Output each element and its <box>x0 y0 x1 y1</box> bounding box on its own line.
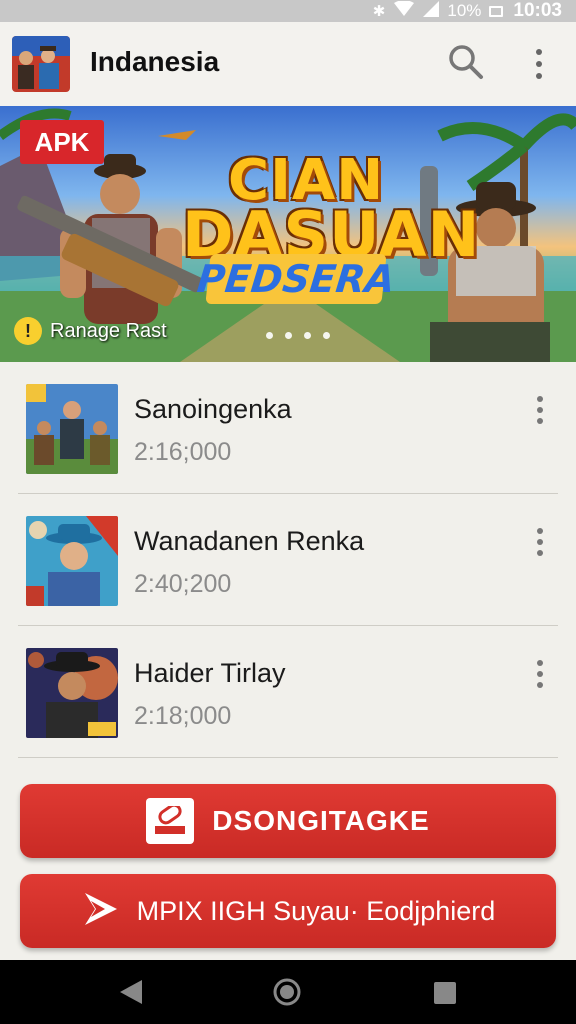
wifi-icon <box>393 0 415 22</box>
search-icon[interactable] <box>446 42 486 82</box>
system-nav-bar <box>0 960 576 1024</box>
battery-percent: 10% <box>447 1 482 20</box>
apk-file-icon <box>146 798 195 844</box>
clock: 10:03 <box>513 0 562 21</box>
secondary-action-button[interactable]: MPIX IIGH Suyau· Eodjphierd <box>20 874 556 948</box>
more-vert-icon[interactable] <box>528 394 552 426</box>
download-button-label: DSONGITAGKE <box>212 805 430 836</box>
banner-caption-text: Ranage Rast <box>50 319 167 342</box>
battery-icon <box>489 5 504 17</box>
recents-icon[interactable] <box>434 982 456 1004</box>
banner-title-line3-text: PEDSERA <box>195 257 397 301</box>
item-subtitle: 2:40;200 <box>134 570 232 598</box>
list-item[interactable]: Haider Tirlay 2:18;000 <box>18 626 558 758</box>
app-list: Sanoingenka 2:16;000 Wanadanen Renka 2:4… <box>0 362 576 758</box>
item-thumbnail <box>26 384 118 474</box>
carousel-dot <box>304 332 311 339</box>
list-item[interactable]: Sanoingenka 2:16;000 <box>18 362 558 494</box>
item-subtitle: 2:16;000 <box>134 438 232 466</box>
download-button[interactable]: DSONGITAGKE <box>20 784 556 858</box>
signal-icon <box>423 0 440 22</box>
item-title: Wanadanen Renka <box>134 526 365 556</box>
more-vert-icon[interactable] <box>524 44 554 84</box>
featured-banner[interactable]: APK CIAN DASUAN PEDSERA ! Ranage Rast <box>0 106 576 362</box>
play-arrow-icon <box>81 889 121 934</box>
banner-title-line3: PEDSERA <box>195 254 397 304</box>
carousel-dot <box>285 332 292 339</box>
app-title: Indanesia <box>90 46 220 77</box>
carousel-indicator <box>266 332 330 339</box>
apk-badge: APK <box>20 120 104 164</box>
more-vert-icon[interactable] <box>528 526 552 558</box>
item-subtitle: 2:18;000 <box>134 702 232 730</box>
home-icon[interactable] <box>272 977 302 1012</box>
more-vert-icon[interactable] <box>528 658 552 690</box>
item-title: Sanoingenka <box>134 394 292 424</box>
carousel-dot <box>323 332 330 339</box>
status-bar: ✱ 10% 10:03 <box>0 0 576 22</box>
banner-caption: ! Ranage Rast <box>14 314 167 348</box>
secondary-action-label: MPIX IIGH Suyau· Eodjphierd <box>136 895 496 926</box>
item-thumbnail <box>26 516 118 606</box>
app-avatar[interactable] <box>12 36 70 92</box>
app-bar: Indanesia <box>0 22 576 106</box>
warning-icon: ! <box>14 317 42 345</box>
list-item[interactable]: Wanadanen Renka 2:40;200 <box>18 494 558 626</box>
carousel-dot <box>266 332 273 339</box>
bluetooth-icon: ✱ <box>372 3 386 20</box>
item-title: Haider Tirlay <box>134 658 286 688</box>
back-icon[interactable] <box>118 978 144 1011</box>
item-thumbnail <box>26 648 118 738</box>
